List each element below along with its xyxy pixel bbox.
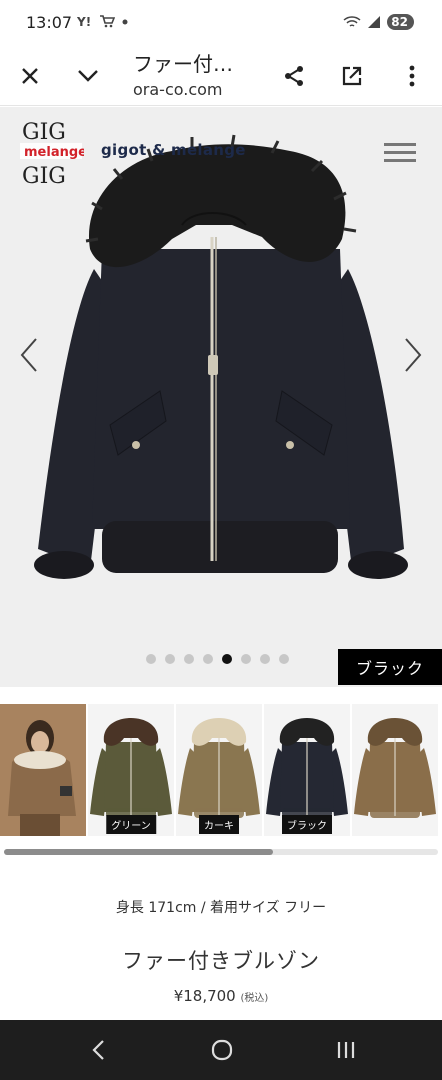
status-bar: 13:07 Y! 82 [0, 0, 442, 46]
product-image [34, 134, 408, 579]
carousel-dot[interactable] [241, 654, 251, 664]
carousel-dots[interactable] [146, 654, 289, 664]
color-thumbnail[interactable] [0, 704, 86, 836]
thumbnail-color-label: グリーン [106, 815, 156, 834]
close-icon[interactable] [10, 56, 50, 96]
carousel-dot[interactable] [184, 654, 194, 664]
carousel-dot[interactable] [146, 654, 156, 664]
chevron-down-icon[interactable] [68, 56, 108, 96]
thumbnail-color-label: カーキ [199, 815, 239, 834]
product-name: ファー付きブルゾン [122, 949, 320, 973]
color-thumbnail[interactable]: カーキ [176, 704, 262, 836]
selected-color-badge: ブラック [338, 649, 442, 685]
battery-icon: 82 [387, 14, 414, 30]
svg-text:melange: melange [24, 145, 84, 160]
price-value: ¥18,700 [173, 987, 236, 1005]
wifi-icon [343, 16, 361, 27]
system-nav-bar [0, 1020, 442, 1080]
color-thumbnail[interactable] [352, 704, 438, 836]
home-icon[interactable] [202, 1034, 242, 1066]
carousel-dot[interactable] [203, 654, 213, 664]
thumbnail-image [354, 718, 436, 818]
carousel-dot[interactable] [279, 654, 289, 664]
back-icon[interactable] [78, 1034, 118, 1066]
share-icon[interactable] [274, 56, 314, 96]
svg-text:GIG: GIG [22, 164, 66, 189]
product-price: ¥18,700 (税込) [0, 987, 442, 1005]
thumbnail-image [0, 704, 86, 836]
open-external-icon[interactable] [332, 56, 372, 96]
signal-icon [368, 16, 381, 28]
svg-text:Y!: Y! [77, 15, 91, 28]
color-thumbnail[interactable]: グリーン [88, 704, 174, 836]
chevron-right-icon [405, 338, 422, 372]
cart-icon [100, 15, 115, 28]
page-url[interactable]: ora-co.com [133, 80, 223, 99]
svg-text:GIG: GIG [22, 120, 66, 145]
scrollbar-thumb[interactable] [4, 849, 274, 855]
status-time: 13:07 [26, 13, 73, 32]
model-info: 身長 171cm / 着用サイズ フリー [115, 900, 327, 916]
chevron-left-icon [20, 338, 37, 372]
carousel-dot[interactable] [165, 654, 175, 664]
carousel-next-button[interactable] [398, 335, 428, 375]
more-vert-icon[interactable] [392, 56, 432, 96]
tax-note: (税込) [240, 993, 269, 1004]
color-thumbnail[interactable]: ブラック [264, 704, 350, 836]
carousel-dot[interactable] [222, 654, 232, 664]
dot-icon [122, 19, 128, 25]
browser-toolbar: ファー付… ora-co.com [0, 46, 442, 106]
brand-name[interactable]: gigot & melange [101, 141, 246, 159]
carousel-dot[interactable] [260, 654, 270, 664]
carousel-prev-button[interactable] [14, 335, 44, 375]
product-hero-carousel[interactable]: GIG melange GIG gigot & melange ブラック [0, 107, 442, 687]
brand-logo[interactable]: GIG melange GIG [20, 117, 84, 189]
thumbnail-scrollbar[interactable] [4, 849, 438, 855]
color-thumbnails[interactable]: グリーン カーキ ブラック [0, 704, 442, 838]
page-title: ファー付… [133, 52, 233, 76]
menu-icon[interactable] [384, 143, 416, 163]
yahoo-icon: Y! [77, 15, 91, 28]
recents-icon[interactable] [326, 1034, 366, 1066]
thumbnail-color-label: ブラック [282, 815, 332, 834]
